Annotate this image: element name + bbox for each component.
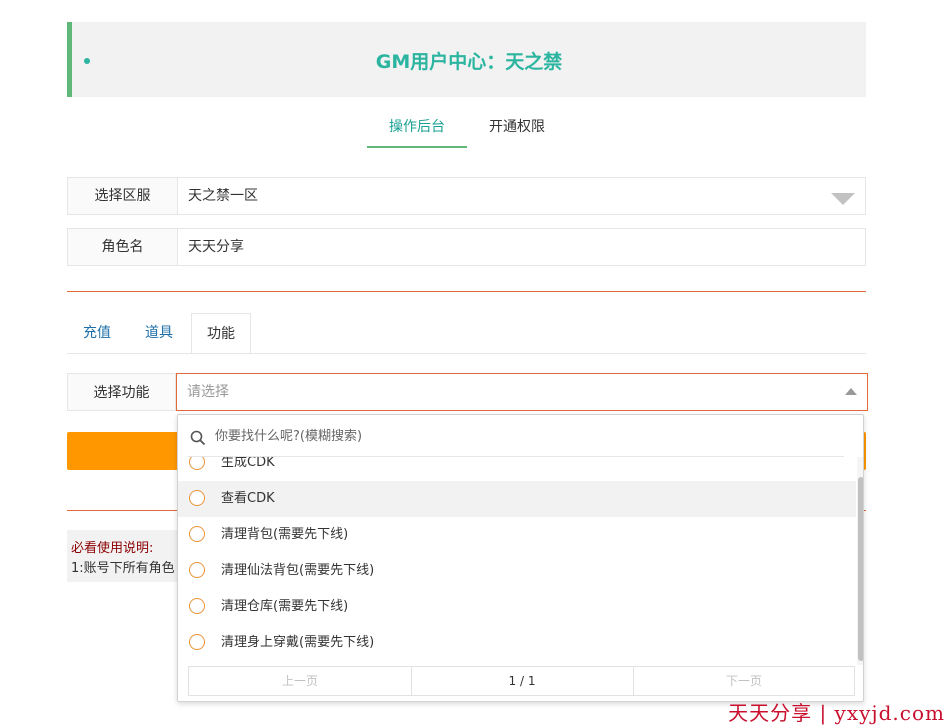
- option-item[interactable]: 清理背包(需要先下线): [178, 517, 856, 553]
- server-value: 天之禁一区: [188, 188, 258, 204]
- server-select[interactable]: 选择区服 天之禁一区: [67, 177, 866, 215]
- option-item[interactable]: 清理仙法背包(需要先下线): [178, 553, 856, 589]
- notes-title: 必看使用说明:: [71, 541, 154, 556]
- option-item[interactable]: 清理仓库(需要先下线): [178, 589, 856, 625]
- page-indicator: 1 / 1: [411, 667, 634, 695]
- function-select-row: 选择功能 请选择: [67, 373, 868, 411]
- option-item[interactable]: 查看CDK: [178, 481, 856, 517]
- tab-items[interactable]: 道具: [145, 313, 173, 353]
- role-value[interactable]: 天天分享: [188, 229, 244, 265]
- role-name-field[interactable]: 角色名 天天分享: [67, 228, 866, 266]
- watermark: 天天分享 | yxyjd.com: [728, 701, 945, 725]
- tab-ops-backend[interactable]: 操作后台: [367, 108, 467, 148]
- chevron-down-icon[interactable]: [831, 193, 855, 205]
- pagination: 上一页 1 / 1 下一页: [188, 666, 855, 696]
- function-select[interactable]: 请选择: [176, 373, 868, 411]
- tab-open-permission[interactable]: 开通权限: [467, 108, 567, 148]
- option-item[interactable]: 生成CDK: [178, 457, 856, 481]
- prev-page-button[interactable]: 上一页: [189, 667, 412, 695]
- search-placeholder: 你要找什么呢?(模糊搜索): [215, 429, 363, 444]
- tab-function[interactable]: 功能: [191, 313, 251, 354]
- page-title: GM用户中心：天之禁: [375, 51, 563, 73]
- radio-icon[interactable]: [189, 598, 205, 614]
- option-item[interactable]: 清理身上穿戴(需要先下线): [178, 625, 856, 661]
- option-list: 生成CDK 查看CDK 清理背包(需要先下线) 清理仙法背包(需要先下线) 清理…: [178, 457, 856, 665]
- next-page-button[interactable]: 下一页: [633, 667, 855, 695]
- tab-underline: [67, 353, 866, 354]
- chevron-up-icon[interactable]: [845, 388, 857, 395]
- divider: [67, 291, 866, 292]
- notes-line: 1:账号下所有角色: [71, 561, 175, 576]
- radio-icon[interactable]: [189, 457, 205, 470]
- server-label: 选择区服: [68, 178, 178, 214]
- radio-icon[interactable]: [189, 526, 205, 542]
- page-header: GM用户中心：天之禁: [67, 22, 866, 97]
- function-label: 选择功能: [67, 373, 176, 411]
- function-placeholder: 请选择: [187, 384, 229, 400]
- radio-icon[interactable]: [189, 490, 205, 506]
- dropdown-search[interactable]: 你要找什么呢?(模糊搜索): [188, 415, 844, 457]
- radio-icon[interactable]: [189, 634, 205, 650]
- radio-icon[interactable]: [189, 562, 205, 578]
- role-label: 角色名: [68, 229, 178, 265]
- tab-recharge[interactable]: 充值: [83, 313, 111, 353]
- scrollbar-thumb[interactable]: [858, 477, 863, 661]
- search-icon: [190, 430, 206, 446]
- function-dropdown: 你要找什么呢?(模糊搜索) 生成CDK 查看CDK 清理背包(需要先下线) 清理…: [177, 414, 864, 702]
